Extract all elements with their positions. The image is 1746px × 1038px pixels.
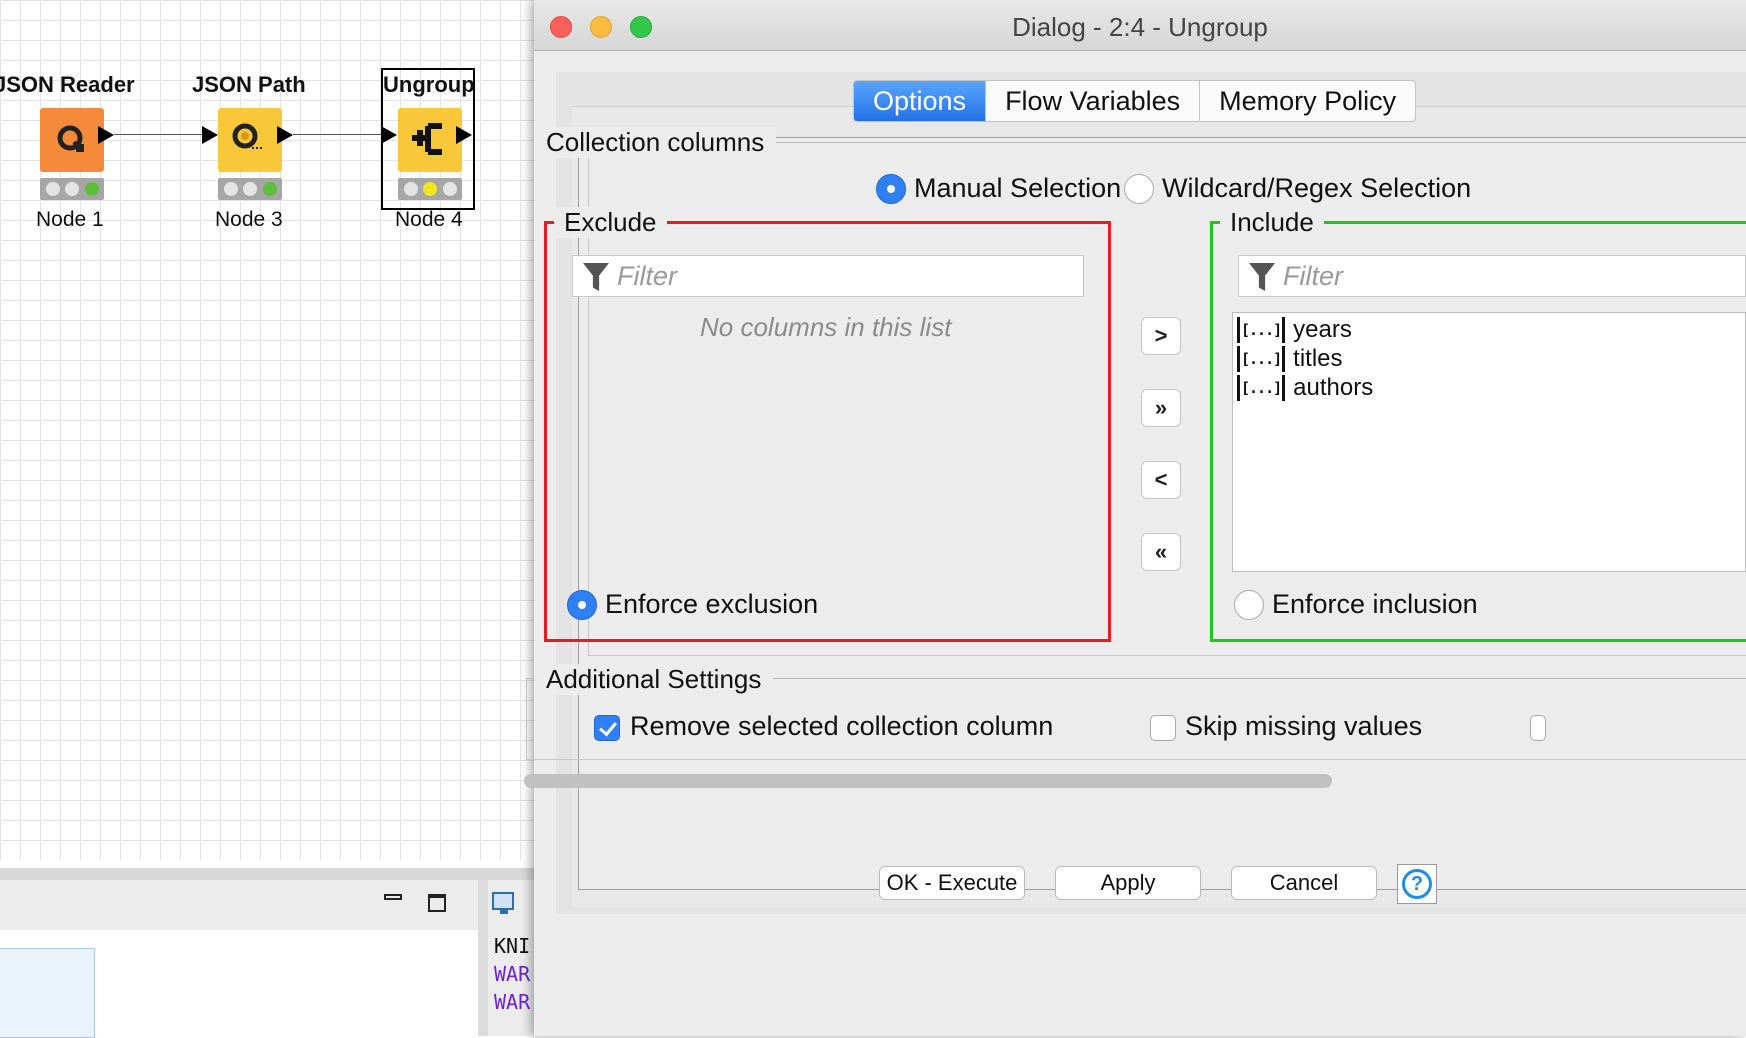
- console-warning-line: WAR: [494, 962, 531, 986]
- list-item[interactable]: [...] titles: [1237, 344, 1343, 374]
- tab-flow-variables[interactable]: Flow Variables: [985, 81, 1199, 121]
- tab-options[interactable]: Options: [854, 81, 986, 121]
- output-port[interactable]: [98, 126, 114, 144]
- remove-selected-checkbox[interactable]: [594, 715, 620, 741]
- column-name: years: [1293, 316, 1352, 343]
- node-status-lights: [40, 178, 104, 200]
- dialog-titlebar[interactable]: Dialog - 2:4 - Ungroup: [534, 0, 1746, 51]
- remove-all-button[interactable]: «: [1141, 533, 1181, 571]
- scrollbar-thumb[interactable]: [524, 774, 1332, 788]
- tab-memory-policy[interactable]: Memory Policy: [1199, 81, 1415, 121]
- collection-column-icon: [...]: [1237, 346, 1286, 372]
- enforce-exclusion-label[interactable]: Enforce exclusion: [605, 589, 818, 620]
- include-filter-placeholder: Filter: [1283, 261, 1343, 291]
- node-status-lights: [218, 178, 282, 200]
- outline-viewport[interactable]: [0, 948, 95, 1038]
- json-reader-node[interactable]: [40, 108, 104, 172]
- column-name: titles: [1293, 345, 1343, 372]
- help-button[interactable]: ?: [1397, 864, 1437, 904]
- console-warning-line: WAR: [494, 990, 531, 1014]
- apply-button[interactable]: Apply: [1055, 866, 1201, 900]
- node-title-json-reader: JSON Reader: [0, 72, 135, 97]
- manual-selection-radio[interactable]: [876, 174, 906, 204]
- filter-icon: [1249, 263, 1275, 291]
- ok-execute-button[interactable]: OK - Execute: [879, 866, 1025, 900]
- json-reader-icon: [57, 125, 84, 152]
- skip-missing-checkbox[interactable]: [1150, 715, 1176, 741]
- collection-column-icon: [...]: [1237, 375, 1286, 401]
- filter-icon: [583, 263, 609, 291]
- partial-checkbox[interactable]: [1530, 715, 1546, 741]
- window-title: Dialog - 2:4 - Ungroup: [1012, 12, 1268, 42]
- wildcard-selection-radio[interactable]: [1124, 174, 1154, 204]
- add-button[interactable]: >: [1141, 317, 1181, 355]
- output-port[interactable]: [456, 126, 472, 144]
- json-path-node[interactable]: [218, 108, 282, 172]
- exclude-empty-message: No columns in this list: [700, 312, 952, 342]
- node-status-lights: [398, 178, 462, 200]
- input-port[interactable]: [381, 126, 397, 144]
- node-label[interactable]: Node 1: [36, 208, 104, 232]
- bottom-panel: KNI WAR WAR: [0, 880, 534, 1038]
- node-title-ungroup: Ungroup: [383, 72, 475, 97]
- tab-bar: Options Flow Variables Memory Policy: [853, 80, 1417, 122]
- cancel-button[interactable]: Cancel: [1231, 866, 1377, 900]
- output-port[interactable]: [277, 126, 293, 144]
- remove-button[interactable]: <: [1141, 461, 1181, 499]
- exclude-filter-placeholder: Filter: [617, 261, 677, 291]
- include-filter-input[interactable]: Filter: [1238, 255, 1746, 297]
- remove-selected-label[interactable]: Remove selected collection column: [630, 711, 1053, 742]
- ungroup-dialog: Dialog - 2:4 - Ungroup Options Flow Vari…: [524, 0, 1746, 1036]
- additional-settings-title: Additional Settings: [534, 664, 774, 695]
- include-title: Include: [1220, 207, 1324, 238]
- help-icon: ?: [1402, 869, 1432, 899]
- exclude-filter-input[interactable]: Filter: [572, 255, 1084, 297]
- wildcard-selection-label[interactable]: Wildcard/Regex Selection: [1162, 173, 1471, 204]
- exclude-title: Exclude: [554, 207, 667, 238]
- skip-missing-label[interactable]: Skip missing values: [1185, 711, 1422, 742]
- list-item[interactable]: [...] years: [1237, 315, 1352, 345]
- column-name: authors: [1293, 374, 1374, 401]
- horizontal-splitter[interactable]: [0, 868, 534, 880]
- console-icon[interactable]: [492, 892, 514, 914]
- workflow-canvas[interactable]: JSON Reader Node 1 JSON Path Node 3 Ungr…: [0, 0, 534, 860]
- minimize-icon[interactable]: [384, 894, 402, 900]
- ungroup-node[interactable]: [398, 108, 462, 172]
- connection-line: [293, 134, 381, 135]
- node-title-json-path: JSON Path: [192, 72, 306, 97]
- collection-columns-title: Collection columns: [546, 127, 765, 157]
- manual-selection-label[interactable]: Manual Selection: [914, 173, 1121, 204]
- add-all-button[interactable]: »: [1141, 389, 1181, 427]
- collection-columns-title-wrap: Collection columns: [534, 127, 777, 158]
- enforce-inclusion-label[interactable]: Enforce inclusion: [1272, 589, 1478, 620]
- json-path-icon: [232, 123, 262, 149]
- node-label[interactable]: Node 3: [215, 208, 283, 232]
- enforce-inclusion-radio[interactable]: [1234, 590, 1264, 620]
- list-item[interactable]: [...] authors: [1237, 373, 1373, 403]
- node-label[interactable]: Node 4: [395, 208, 463, 232]
- console-line: KNI: [494, 934, 531, 958]
- connection-line: [114, 134, 202, 135]
- collection-column-icon: [...]: [1237, 317, 1286, 343]
- ungroup-icon: [412, 123, 442, 155]
- maximize-icon[interactable]: [428, 894, 446, 912]
- vertical-splitter[interactable]: [478, 880, 488, 1036]
- input-port[interactable]: [202, 126, 218, 144]
- include-column-list[interactable]: [...] years [...] titles [...] authors: [1232, 312, 1746, 572]
- enforce-exclusion-radio[interactable]: [567, 590, 597, 620]
